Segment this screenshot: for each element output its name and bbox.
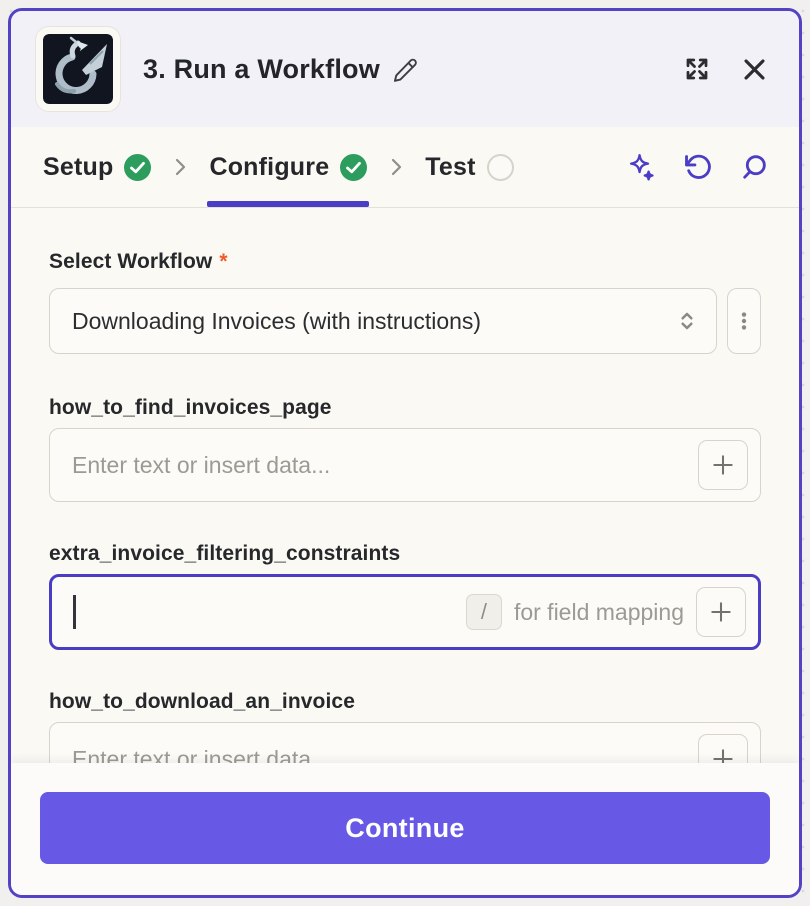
tab-test-label: Test (425, 153, 475, 182)
step-tabbar: Setup Configure Test (11, 127, 799, 208)
test-incomplete-circle-icon (487, 154, 514, 181)
slash-key-badge: / (466, 594, 502, 630)
chevron-right-icon (384, 155, 408, 179)
edit-title-pencil-icon[interactable] (392, 56, 419, 83)
close-icon[interactable] (740, 55, 769, 84)
ai-sparkle-icon[interactable] (626, 152, 657, 183)
download-invoice-label: how_to_download_an_invoice (49, 690, 761, 714)
plus-icon (710, 452, 736, 478)
workflow-select[interactable]: Downloading Invoices (with instructions) (49, 288, 717, 354)
required-asterisk: * (219, 250, 227, 273)
filtering-constraints-input[interactable] (76, 599, 466, 626)
tab-setup[interactable]: Setup (43, 127, 151, 207)
search-icon[interactable] (738, 152, 769, 183)
dialog-header: 3. Run a Workflow (11, 11, 799, 127)
tab-test[interactable]: Test (425, 127, 513, 207)
configure-form: Select Workflow * Downloading Invoices (w… (11, 208, 799, 763)
tab-configure-label: Configure (209, 153, 329, 182)
continue-button[interactable]: Continue (40, 792, 770, 864)
field-mapping-hint-text: for field mapping (514, 599, 684, 626)
step-config-dialog: 3. Run a Workflow Setup (8, 8, 802, 898)
find-invoices-field (49, 428, 761, 502)
find-invoices-input[interactable] (72, 452, 698, 479)
filtering-constraints-field: / for field mapping (49, 574, 761, 650)
download-invoice-input[interactable] (72, 746, 698, 764)
tab-setup-label: Setup (43, 153, 113, 182)
setup-complete-check-icon (124, 154, 151, 181)
select-workflow-label: Select Workflow * (49, 250, 761, 274)
find-invoices-insert-data-button[interactable] (698, 440, 748, 490)
configure-complete-check-icon (340, 154, 367, 181)
active-tab-underline (207, 201, 369, 207)
download-invoice-field (49, 722, 761, 763)
dragon-logo-icon (43, 34, 113, 104)
workflow-options-button[interactable] (727, 288, 761, 354)
workflow-select-value: Downloading Invoices (with instructions) (72, 308, 674, 335)
select-workflow-label-text: Select Workflow (49, 250, 212, 273)
tab-configure[interactable]: Configure (209, 127, 367, 207)
step-title: 3. Run a Workflow (143, 54, 380, 85)
expand-icon[interactable] (682, 54, 712, 84)
filtering-constraints-label: extra_invoice_filtering_constraints (49, 542, 761, 566)
app-logo (35, 26, 121, 112)
filtering-insert-data-button[interactable] (696, 587, 746, 637)
chevron-right-icon (168, 155, 192, 179)
field-mapping-hint: / for field mapping (466, 594, 684, 630)
up-down-chevron-icon (674, 308, 700, 334)
plus-icon (708, 599, 734, 625)
kebab-menu-icon (733, 310, 755, 332)
plus-icon (710, 746, 736, 763)
dialog-footer: Continue (11, 763, 799, 895)
find-invoices-label: how_to_find_invoices_page (49, 396, 761, 420)
download-insert-data-button[interactable] (698, 734, 748, 763)
refresh-undo-icon[interactable] (682, 152, 713, 183)
